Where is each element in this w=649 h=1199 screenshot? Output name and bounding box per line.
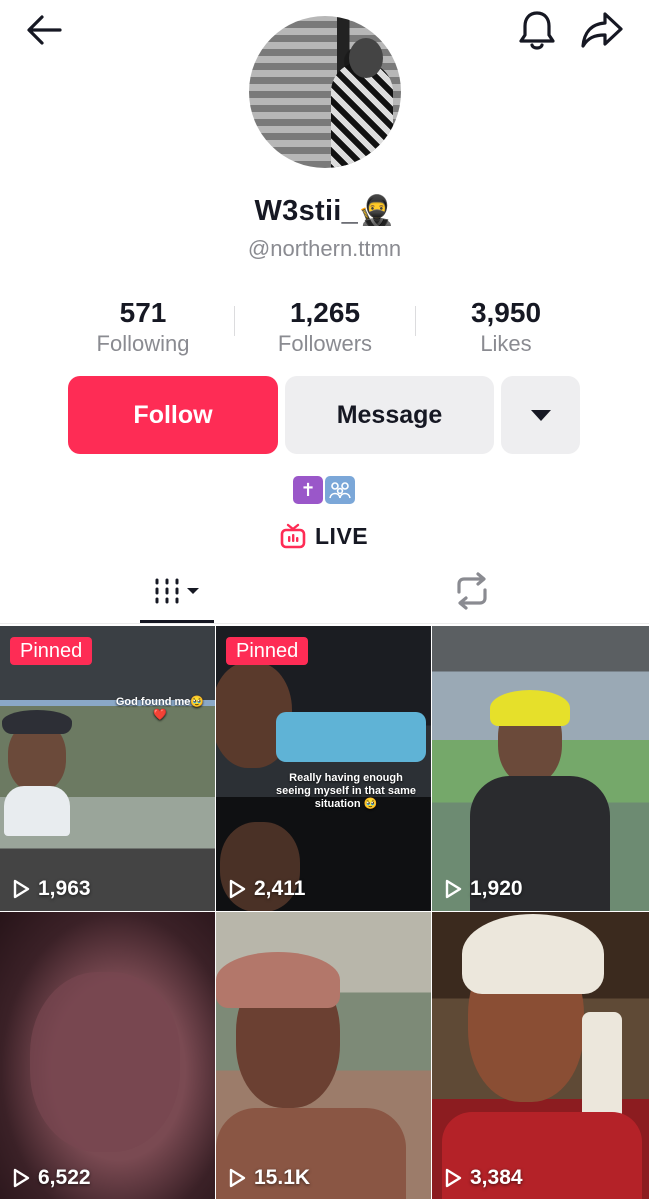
cross-symbol-icon: ✝ bbox=[300, 479, 316, 500]
video-thumbnail[interactable]: Really having enough seeing myself in th… bbox=[216, 626, 431, 911]
live-indicator[interactable]: LIVE bbox=[279, 522, 368, 550]
live-tv-icon bbox=[280, 523, 306, 549]
username: @northern.ttmn bbox=[247, 236, 402, 261]
play-icon bbox=[445, 1168, 462, 1188]
family-emoji bbox=[325, 476, 355, 504]
likes-label: Likes bbox=[480, 331, 532, 356]
back-arrow-icon bbox=[27, 15, 62, 45]
latin-cross-emoji: ✝ bbox=[293, 476, 323, 504]
share-icon bbox=[581, 12, 623, 48]
profile-avatar[interactable] bbox=[249, 16, 401, 168]
videos-grid-icon bbox=[155, 578, 199, 604]
play-icon bbox=[13, 1168, 30, 1188]
play-icon bbox=[229, 1168, 246, 1188]
stat-likes: 3,950 Likes bbox=[416, 296, 596, 358]
following-count: 571 bbox=[119, 297, 167, 328]
view-count-value: 6,522 bbox=[38, 1166, 91, 1189]
profile-screen: W3stii_🥷 @northern.ttmn 571 Following 1,… bbox=[0, 0, 649, 1199]
bio: ✝ bbox=[293, 476, 355, 504]
bell-icon bbox=[519, 11, 555, 50]
play-icon bbox=[13, 879, 30, 899]
view-count: 2,411 bbox=[228, 877, 305, 901]
view-count-value: 1,920 bbox=[470, 877, 523, 900]
play-icon bbox=[445, 879, 462, 899]
view-count: 6,522 bbox=[12, 1166, 91, 1190]
view-count-value: 15.1K bbox=[254, 1166, 311, 1189]
tab-videos[interactable] bbox=[140, 560, 214, 622]
notification-bell-button[interactable] bbox=[512, 6, 562, 54]
thumbnail-hard-hat bbox=[490, 690, 570, 726]
view-count: 3,384 bbox=[444, 1166, 523, 1190]
back-button[interactable] bbox=[18, 8, 70, 52]
video-caption: God found me🥹❤️ bbox=[115, 696, 205, 721]
video-thumbnail[interactable]: God found me🥹❤️ Pinned 1,963 bbox=[0, 626, 215, 911]
video-grid: God found me🥹❤️ Pinned 1,963 Really havi… bbox=[0, 626, 649, 1199]
thumbnail-hat bbox=[2, 710, 72, 734]
family-icon bbox=[329, 482, 351, 499]
following-label: Following bbox=[96, 331, 190, 356]
thumbnail-shirt bbox=[4, 786, 70, 836]
thumbnail-durag bbox=[462, 914, 604, 994]
tab-reposts[interactable] bbox=[430, 560, 514, 622]
display-name: W3stii_🥷 bbox=[254, 195, 395, 227]
video-caption: Really having enough seeing myself in th… bbox=[276, 772, 416, 810]
video-thumbnail[interactable]: 1,920 bbox=[432, 626, 649, 911]
share-button[interactable] bbox=[576, 6, 628, 54]
caret-down-icon bbox=[530, 409, 551, 421]
pinned-badge: Pinned bbox=[10, 637, 93, 665]
video-thumbnail[interactable]: 6,522 bbox=[0, 912, 215, 1199]
followers-label: Followers bbox=[277, 331, 373, 356]
view-count: 1,920 bbox=[444, 877, 523, 901]
view-count-value: 2,411 bbox=[254, 877, 306, 900]
view-count-value: 1,963 bbox=[38, 877, 91, 900]
avatar-figure bbox=[331, 62, 393, 168]
stat-following[interactable]: 571 Following bbox=[53, 296, 233, 358]
message-button[interactable]: Message bbox=[285, 376, 494, 454]
stat-followers[interactable]: 1,265 Followers bbox=[235, 296, 415, 358]
likes-count: 3,950 bbox=[470, 297, 542, 328]
video-thumbnail[interactable]: 3,384 bbox=[432, 912, 649, 1199]
follow-button[interactable]: Follow bbox=[68, 376, 278, 454]
thumbnail-shirt bbox=[276, 712, 426, 762]
view-count: 15.1K bbox=[228, 1166, 310, 1190]
video-thumbnail[interactable]: 15.1K bbox=[216, 912, 431, 1199]
suggested-accounts-dropdown[interactable] bbox=[501, 376, 580, 454]
repost-icon bbox=[457, 572, 487, 610]
view-count-value: 3,384 bbox=[470, 1166, 523, 1189]
thumbnail-bucket-hat bbox=[216, 952, 340, 1008]
pinned-badge: Pinned bbox=[226, 637, 309, 665]
play-icon bbox=[229, 879, 246, 899]
tabs-divider bbox=[0, 623, 649, 624]
followers-count: 1,265 bbox=[289, 297, 361, 328]
view-count: 1,963 bbox=[12, 877, 91, 901]
thumbnail-face bbox=[30, 972, 180, 1152]
live-label: LIVE bbox=[315, 522, 369, 549]
avatar-head bbox=[349, 38, 383, 78]
